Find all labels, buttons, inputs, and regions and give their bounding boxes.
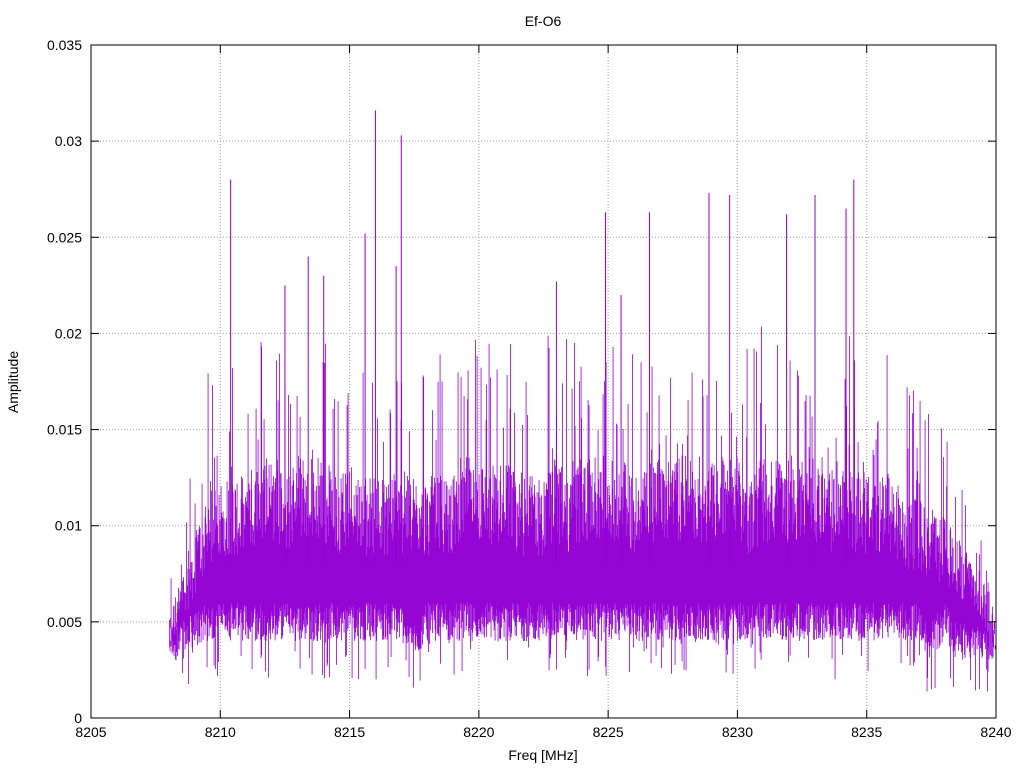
x-tick-label: 8210 [205,724,236,740]
y-tick-label: 0.025 [47,229,82,245]
x-tick-label: 8205 [75,724,106,740]
y-tick-label: 0.02 [55,325,82,341]
x-tick-label: 8225 [593,724,624,740]
spectrum-chart: Ef-O6 8205 8210 8215 8220 8225 8230 8235 8240 0 0… [5,13,1012,763]
y-tick-label: 0.015 [47,422,82,438]
x-tick-label: 8240 [980,724,1011,740]
y-tick-label: 0 [74,710,82,726]
x-tick-label: 8215 [334,724,365,740]
y-tick-label: 0.03 [55,133,82,149]
x-axis-label: Freq [MHz] [508,747,577,763]
chart-title: Ef-O6 [525,13,562,29]
y-tick-label: 0.005 [47,614,82,630]
x-tick-label: 8235 [851,724,882,740]
y-tick-label: 0.035 [47,37,82,53]
y-axis-label: Amplitude [5,351,21,413]
x-tick-label: 8220 [463,724,494,740]
y-tick-label: 0.01 [55,518,82,534]
x-tick-label: 8230 [722,724,753,740]
spectrum-series [169,110,996,692]
